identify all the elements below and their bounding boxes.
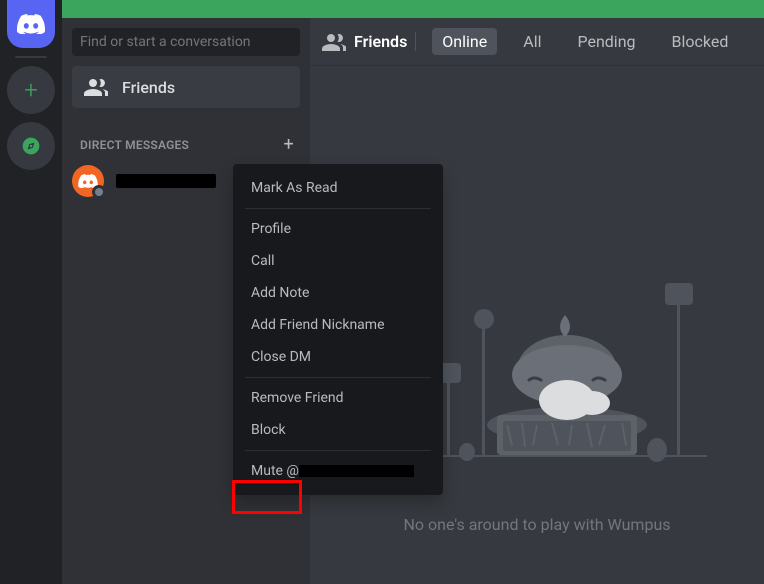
ctx-profile[interactable]: Profile xyxy=(241,213,435,245)
tab-blocked[interactable]: Blocked xyxy=(662,28,739,55)
empty-state-text: No one's around to play with Wumpus xyxy=(403,515,670,534)
tab-pending[interactable]: Pending xyxy=(567,28,645,55)
dm-header-label: DIRECT MESSAGES xyxy=(80,138,189,152)
friends-label: Friends xyxy=(122,78,175,97)
create-dm-button[interactable]: + xyxy=(284,134,294,155)
ctx-separator xyxy=(245,450,431,451)
friends-button[interactable]: Friends xyxy=(72,66,300,108)
add-server-button[interactable]: + xyxy=(7,66,55,114)
ctx-remove-friend[interactable]: Remove Friend xyxy=(241,382,435,414)
search-input[interactable]: Find or start a conversation xyxy=(72,28,300,56)
ctx-nickname[interactable]: Add Friend Nickname xyxy=(241,309,435,341)
tab-friends-label: Friends xyxy=(354,32,407,51)
compass-icon xyxy=(21,136,41,156)
guilds-bar: + xyxy=(0,0,62,584)
tab-bar: Friends Online All Pending Blocked xyxy=(310,18,764,66)
tab-online[interactable]: Online xyxy=(432,28,497,55)
ctx-mute-username-redacted xyxy=(299,465,414,477)
status-offline-icon xyxy=(92,185,106,199)
ctx-separator xyxy=(245,208,431,209)
home-button[interactable] xyxy=(7,0,55,48)
tab-friends-header: Friends xyxy=(322,32,416,51)
dm-username-redacted xyxy=(116,174,216,188)
tab-all[interactable]: All xyxy=(513,28,551,55)
ctx-mute-prefix: Mute @ xyxy=(251,463,299,479)
ctx-separator xyxy=(245,377,431,378)
guild-separator xyxy=(15,56,47,58)
ctx-close-dm[interactable]: Close DM xyxy=(241,341,435,373)
friends-icon xyxy=(322,33,346,51)
discord-logo-icon xyxy=(17,14,45,34)
ctx-mark-read[interactable]: Mark As Read xyxy=(241,172,435,204)
context-menu: Mark As Read Profile Call Add Note Add F… xyxy=(233,164,443,495)
notice-bar[interactable] xyxy=(62,0,764,18)
ctx-add-note[interactable]: Add Note xyxy=(241,277,435,309)
ctx-call[interactable]: Call xyxy=(241,245,435,277)
friends-icon xyxy=(84,78,108,96)
explore-button[interactable] xyxy=(7,122,55,170)
ctx-block[interactable]: Block xyxy=(241,414,435,446)
ctx-mute[interactable]: Mute @ xyxy=(241,455,435,487)
avatar xyxy=(72,165,104,197)
dm-header: DIRECT MESSAGES + xyxy=(62,116,310,159)
